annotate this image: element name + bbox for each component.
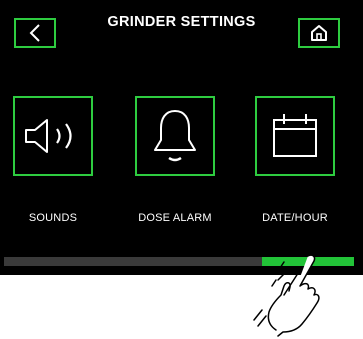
chevron-left-icon: [29, 24, 40, 42]
swipe-hand-icon: [253, 254, 320, 337]
speaker-icon: [25, 119, 72, 153]
page-title: GRINDER SETTINGS: [107, 14, 256, 30]
sounds-label: SOUNDS: [28, 212, 78, 224]
back-button[interactable]: [14, 18, 56, 48]
screen: GRINDER SETTINGS SOUNDS DOSE ALARM DATE/…: [0, 0, 363, 275]
date-hour-tile[interactable]: [255, 96, 335, 176]
bell-icon: [154, 110, 196, 162]
dose-alarm-label: DOSE ALARM: [138, 212, 212, 224]
home-button[interactable]: [298, 18, 340, 48]
calendar-icon: [273, 114, 317, 157]
sounds-tile[interactable]: [13, 96, 93, 176]
home-icon: [311, 25, 327, 41]
dose-alarm-tile[interactable]: [135, 96, 215, 176]
date-hour-label: DATE/HOUR: [262, 212, 328, 224]
